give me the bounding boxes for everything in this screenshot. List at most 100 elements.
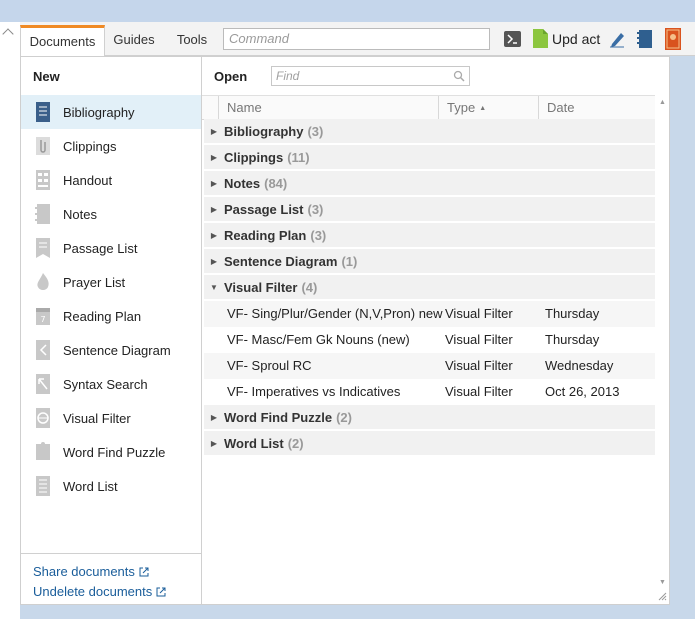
- external-link-icon: [139, 567, 149, 577]
- pen-icon[interactable]: [608, 30, 626, 48]
- expand-arrow-icon[interactable]: ▶: [204, 257, 224, 266]
- expand-arrow-icon[interactable]: ▶: [204, 413, 224, 422]
- update-button[interactable]: Upd act: [552, 31, 600, 47]
- left-footer: Share documents Undelete documents: [21, 553, 201, 602]
- collapse-arrow-icon[interactable]: ▼: [204, 283, 224, 292]
- tab-guides[interactable]: Guides: [108, 25, 160, 56]
- expand-arrow-icon[interactable]: ▶: [204, 179, 224, 188]
- open-document-pane: Open Find Name Type ▲ Date ▶ Bibliography(…: [202, 57, 669, 604]
- new-document-pane: New Bibliography Clippings Handout Notes…: [21, 57, 202, 604]
- open-heading: Open: [214, 69, 248, 84]
- visual-filter-icon: [36, 408, 50, 428]
- document-row[interactable]: VF- Sproul RC Visual Filter Wednesday: [204, 353, 655, 379]
- new-item-syntax-search[interactable]: Syntax Search: [21, 367, 201, 401]
- library-icon[interactable]: [665, 28, 681, 50]
- group-row-notes[interactable]: ▶ Notes (84): [204, 171, 655, 197]
- expand-arrow-icon[interactable]: ▶: [204, 153, 224, 162]
- svg-text:7: 7: [40, 315, 45, 324]
- doc-type: Visual Filter: [445, 332, 513, 347]
- column-type-label: Type: [447, 100, 476, 115]
- syntax-search-icon: [36, 374, 50, 394]
- new-item-visual-filter[interactable]: Visual Filter: [21, 401, 201, 435]
- group-name: Word List: [224, 435, 284, 451]
- undelete-documents-link[interactable]: Undelete documents: [33, 582, 201, 602]
- item-label: Visual Filter: [63, 410, 131, 426]
- group-count: (2): [287, 435, 304, 451]
- column-type[interactable]: Type ▲: [447, 100, 486, 115]
- documents-panel: New Bibliography Clippings Handout Notes…: [20, 56, 670, 605]
- group-count: (3): [307, 123, 324, 139]
- scroll-down-arrow-icon[interactable]: ▼: [659, 579, 666, 586]
- new-item-clippings[interactable]: Clippings: [21, 129, 201, 163]
- doc-date: Wednesday: [545, 358, 614, 373]
- new-item-passage-list[interactable]: Passage List: [21, 231, 201, 265]
- column-name[interactable]: Name: [227, 100, 262, 115]
- item-label: Prayer List: [63, 274, 126, 290]
- vertical-scrollbar[interactable]: ▲ ▼: [657, 97, 667, 602]
- group-row-word-list[interactable]: ▶ Word List (2): [204, 431, 655, 457]
- new-item-notes[interactable]: Notes: [21, 197, 201, 231]
- search-icon: [453, 70, 465, 82]
- new-item-word-list[interactable]: Word List: [21, 469, 201, 503]
- item-label: Handout: [63, 172, 113, 188]
- tab-documents[interactable]: Documents: [20, 25, 105, 57]
- expand-arrow-icon[interactable]: ▶: [204, 231, 224, 240]
- group-name: Clippings: [224, 149, 284, 165]
- doc-name: VF- Sproul RC: [227, 358, 312, 373]
- item-label: Notes: [63, 206, 97, 222]
- column-header: Name Type ▲ Date: [202, 95, 655, 121]
- column-separator[interactable]: [438, 96, 439, 121]
- new-item-prayer-list[interactable]: Prayer List: [21, 265, 201, 299]
- scroll-up-arrow-icon[interactable]: ▲: [659, 99, 666, 106]
- document-row[interactable]: VF- Sing/Plur/Gender (N,V,Pron) new Visua…: [204, 301, 655, 327]
- document-row[interactable]: VF- Masc/Fem Gk Nouns (new) Visual Filter…: [204, 327, 655, 353]
- group-name: Word Find Puzzle: [224, 409, 333, 425]
- column-separator[interactable]: [538, 96, 539, 121]
- doc-type: Visual Filter: [445, 306, 513, 321]
- notebook-icon[interactable]: [637, 29, 653, 49]
- toolbar: Documents Guides Tools Command Upd act: [20, 22, 695, 57]
- expand-arrow-icon[interactable]: ▶: [204, 205, 224, 214]
- find-input[interactable]: Find: [271, 66, 470, 86]
- share-documents-label: Share documents: [33, 564, 135, 579]
- share-documents-link[interactable]: Share documents: [33, 562, 201, 582]
- new-item-reading-plan[interactable]: 7 Reading Plan: [21, 299, 201, 333]
- group-count: (84): [264, 175, 288, 191]
- group-name: Bibliography: [224, 123, 304, 139]
- sort-ascending-icon: ▲: [479, 105, 487, 112]
- collapsed-left-panel[interactable]: [0, 22, 20, 619]
- item-label: Passage List: [63, 240, 138, 256]
- terminal-icon[interactable]: [504, 31, 521, 47]
- resize-grip-icon[interactable]: [657, 591, 667, 601]
- doc-name: VF- Masc/Fem Gk Nouns (new): [227, 332, 410, 347]
- document-row[interactable]: VF- Imperatives vs Indicatives Visual Fil…: [204, 379, 655, 405]
- document-update-icon[interactable]: [533, 29, 548, 48]
- new-item-sentence-diagram[interactable]: Sentence Diagram: [21, 333, 201, 367]
- column-separator: [218, 96, 219, 121]
- column-date[interactable]: Date: [547, 100, 574, 115]
- doc-date: Thursday: [545, 306, 600, 321]
- item-label: Reading Plan: [63, 308, 142, 324]
- group-row-visual-filter[interactable]: ▼ Visual Filter (4): [204, 275, 655, 301]
- expand-arrow-icon[interactable]: ▶: [204, 439, 224, 448]
- group-count: (3): [310, 227, 327, 243]
- chevron-left-icon[interactable]: [2, 28, 14, 40]
- command-input[interactable]: Command: [223, 28, 490, 50]
- new-item-word-find-puzzle[interactable]: Word Find Puzzle: [21, 435, 201, 469]
- group-row-reading-plan[interactable]: ▶ Reading Plan (3): [204, 223, 655, 249]
- word-list-icon: [36, 476, 50, 496]
- find-placeholder: Find: [276, 69, 300, 83]
- group-row-word-find-puzzle[interactable]: ▶ Word Find Puzzle (2): [204, 405, 655, 431]
- new-item-handout[interactable]: Handout: [21, 163, 201, 197]
- group-row-passage-list[interactable]: ▶ Passage List (3): [204, 197, 655, 223]
- passage-list-icon: [36, 238, 50, 258]
- tab-tools[interactable]: Tools: [168, 25, 216, 56]
- group-count: (3): [307, 201, 324, 217]
- new-item-bibliography[interactable]: Bibliography: [21, 95, 201, 129]
- doc-type: Visual Filter: [445, 384, 513, 399]
- group-count: (11): [287, 149, 310, 165]
- expand-arrow-icon[interactable]: ▶: [204, 127, 224, 136]
- group-row-clippings[interactable]: ▶ Clippings (11): [204, 145, 655, 171]
- group-row-bibliography[interactable]: ▶ Bibliography (3): [204, 119, 655, 145]
- group-row-sentence-diagram[interactable]: ▶ Sentence Diagram (1): [204, 249, 655, 275]
